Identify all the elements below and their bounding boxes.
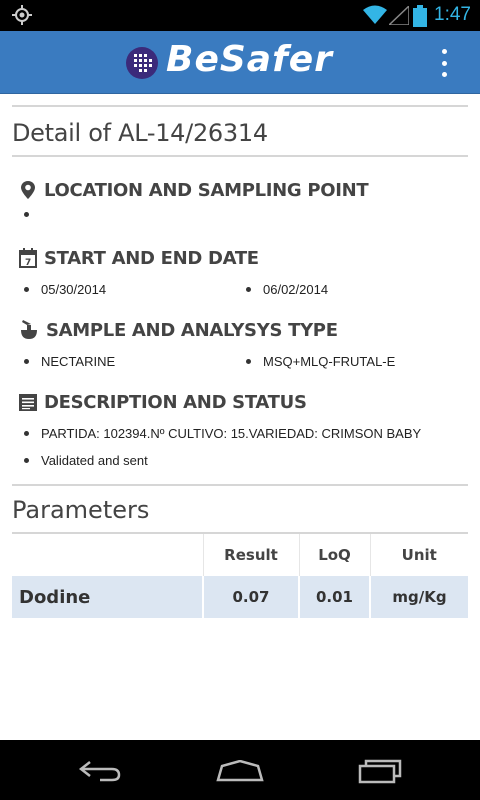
besafer-logo-icon xyxy=(126,47,158,79)
section-heading: 7 START AND END DATE xyxy=(12,246,468,270)
section-heading: LOCATION AND SAMPLING POINT xyxy=(12,178,468,202)
table-row[interactable]: Dodine 0.07 0.01 mg/Kg xyxy=(12,576,468,618)
parameter-loq: 0.01 xyxy=(298,576,370,618)
end-date: 06/02/2014 xyxy=(246,282,328,297)
section-heading: SAMPLE AND ANALYSYS TYPE xyxy=(12,318,468,342)
app-bar: BeSafer xyxy=(0,31,480,94)
sample-section: SAMPLE AND ANALYSYS TYPE NECTARINE MSQ+M… xyxy=(12,318,468,386)
home-icon[interactable] xyxy=(216,760,264,782)
calendar-icon: 7 xyxy=(19,248,37,268)
column-header-result: Result xyxy=(202,534,299,576)
recents-icon[interactable] xyxy=(358,758,404,784)
parameter-result: 0.07 xyxy=(202,576,299,618)
section-heading: DESCRIPTION AND STATUS xyxy=(12,390,468,414)
status-value: Validated and sent xyxy=(24,453,148,468)
description-heading: DESCRIPTION AND STATUS xyxy=(44,391,307,413)
sample-type: NECTARINE xyxy=(24,354,115,369)
location-value xyxy=(24,212,41,217)
start-date: 05/30/2014 xyxy=(24,282,106,297)
description-value: PARTIDA: 102394.Nº CULTIVO: 15.VARIEDAD:… xyxy=(24,426,421,441)
location-section: LOCATION AND SAMPLING POINT xyxy=(12,178,468,242)
flask-icon xyxy=(21,320,37,339)
overflow-menu-button[interactable] xyxy=(432,49,456,77)
svg-text:7: 7 xyxy=(25,258,31,268)
wifi-icon xyxy=(363,5,387,24)
location-heading: LOCATION AND SAMPLING POINT xyxy=(44,179,369,201)
navigation-bar xyxy=(0,740,480,800)
parameters-table: Result LoQ Unit Dodine 0.07 0.01 mg/Kg xyxy=(12,534,468,618)
signal-icon xyxy=(389,6,409,25)
list-icon xyxy=(19,394,37,411)
column-header-name xyxy=(12,534,203,576)
overflow-menu-icon xyxy=(441,49,447,54)
battery-icon xyxy=(413,5,427,27)
sample-heading: SAMPLE AND ANALYSYS TYPE xyxy=(46,319,338,341)
map-marker-icon xyxy=(21,181,35,199)
gps-icon xyxy=(12,5,32,25)
clock-time: 1:47 xyxy=(434,4,471,25)
page-title: Detail of AL-14/26314 xyxy=(12,119,268,147)
description-section: DESCRIPTION AND STATUS PARTIDA: 102394.N… xyxy=(12,390,468,484)
dates-heading: START AND END DATE xyxy=(44,247,259,269)
status-bar: 1:47 xyxy=(0,0,480,31)
back-icon[interactable] xyxy=(78,760,122,782)
detail-content: Detail of AL-14/26314 LOCATION AND SAMPL… xyxy=(12,93,468,618)
parameter-name: Dodine xyxy=(12,576,203,618)
app-title: BeSafer xyxy=(166,39,333,80)
dates-section: 7 START AND END DATE 05/30/2014 06/02/20… xyxy=(12,246,468,314)
parameter-unit: mg/Kg xyxy=(369,576,468,618)
divider xyxy=(12,155,468,157)
column-header-unit: Unit xyxy=(369,534,468,576)
analysis-type: MSQ+MLQ-FRUTAL-E xyxy=(246,354,395,369)
column-header-loq: LoQ xyxy=(298,534,370,576)
table-header-row: Result LoQ Unit xyxy=(12,534,468,576)
parameters-title: Parameters xyxy=(12,496,150,524)
